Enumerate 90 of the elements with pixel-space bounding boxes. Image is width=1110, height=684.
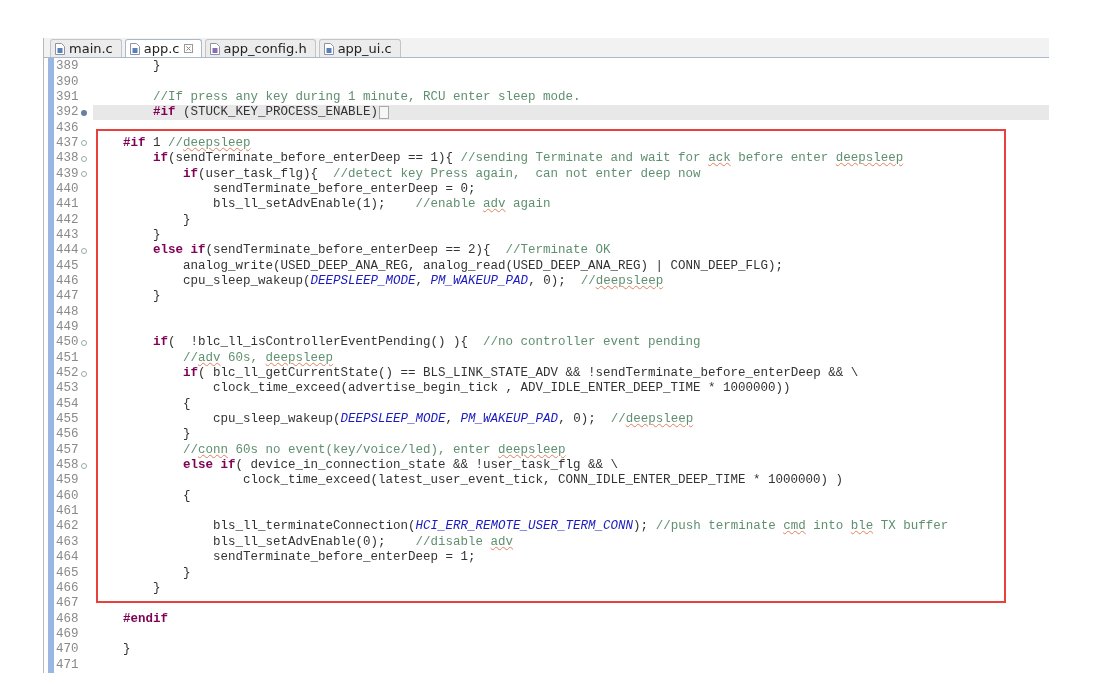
code-line: }: [182, 212, 191, 228]
line-number: 447: [56, 289, 79, 305]
line-number: 466: [56, 580, 79, 596]
code-line: }: [122, 642, 131, 658]
line-number: 437: [56, 135, 79, 151]
fold-icon[interactable]: [80, 339, 87, 346]
line-number: 463: [56, 534, 79, 550]
code-line: if( blc_ll_getCurrentState() == BLS_LINK_STATE_ADV && !sendTerminate_before_enterDeep && \: [182, 366, 859, 382]
fold-icon[interactable]: [80, 155, 87, 162]
editor-tab[interactable]: app_config.h: [204, 39, 316, 57]
code-line: bls_ll_terminateConnection(HCI_ERR_REMOTE_USER_TERM_CONN); //push terminate cmd into ble TX buffer: [212, 519, 949, 535]
line-number: 454: [56, 396, 79, 412]
code-line: {: [182, 396, 191, 412]
line-number: 470: [56, 642, 79, 658]
code-line: }: [152, 289, 161, 305]
code-line: #if (STUCK_KEY_PROCESS_ENABLE): [152, 105, 379, 121]
code-line: clock_time_exceed(advertise_begin_tick , ADV_IDLE_ENTER_DEEP_TIME * 1000000)): [212, 381, 791, 397]
line-number: 448: [56, 304, 79, 320]
code-line: cpu_sleep_wakeup(DEEPSLEEP_MODE, PM_WAKEUP_PAD, 0); //deepsleep: [212, 412, 694, 428]
line-number: 451: [56, 350, 79, 366]
code-line: analog_write(USED_DEEP_ANA_REG, analog_read(USED_DEEP_ANA_REG) | CONN_DEEP_FLG);: [182, 258, 784, 274]
line-number: 442: [56, 212, 79, 228]
code-line: else if( device_in_connection_state && !user_task_flg && \: [182, 458, 619, 474]
line-number: 439: [56, 166, 79, 182]
line-number: 390: [56, 74, 79, 90]
code-line: }: [182, 427, 191, 443]
line-number: 457: [56, 442, 79, 458]
line-number: 389: [56, 59, 79, 75]
file-icon: [209, 42, 220, 55]
line-number: 461: [56, 504, 79, 520]
line-number: 441: [56, 197, 79, 213]
code-line: bls_ll_setAdvEnable(1); //enable adv again: [212, 197, 551, 213]
code-line: }: [152, 580, 161, 596]
file-icon: [129, 42, 140, 55]
fold-icon[interactable]: [80, 370, 87, 377]
line-number: 471: [56, 657, 79, 673]
fold-icon[interactable]: [80, 247, 87, 254]
code-line: //If press any key during 1 minute, RCU enter sleep mode.: [152, 89, 581, 105]
line-number: 458: [56, 458, 79, 474]
code-line: }: [182, 565, 191, 581]
line-number: 469: [56, 626, 79, 642]
editor-tab[interactable]: app_ui.c: [318, 39, 401, 57]
line-number: 455: [56, 412, 79, 428]
code-line: else if(sendTerminate_before_enterDeep == 2){ //Terminate OK: [152, 243, 611, 259]
line-number: 465: [56, 565, 79, 581]
line-number: 460: [56, 488, 79, 504]
line-number: 450: [56, 335, 79, 351]
code-line: if(sendTerminate_before_enterDeep == 1){ //sending Terminate and wait for ack before enter deepsleep: [152, 151, 904, 167]
line-number: 456: [56, 427, 79, 443]
code-line: {: [182, 488, 191, 504]
line-number: 452: [56, 366, 79, 382]
line-number: 436: [56, 120, 79, 136]
editor-tab[interactable]: app.c: [124, 39, 202, 57]
line-number: 443: [56, 227, 79, 243]
file-icon: [323, 42, 334, 55]
line-number: 391: [56, 89, 79, 105]
line-number: 462: [56, 519, 79, 535]
line-number: 438: [56, 151, 79, 167]
code-line: cpu_sleep_wakeup(DEEPSLEEP_MODE, PM_WAKEUP_PAD, 0); //deepsleep: [182, 274, 664, 289]
fold-icon[interactable]: [80, 140, 87, 147]
line-number: 459: [56, 473, 79, 489]
code-line: //adv 60s, deepsleep: [182, 350, 334, 366]
code-line: }: [152, 59, 161, 75]
fold-icon[interactable]: [80, 109, 87, 116]
line-number: 464: [56, 550, 79, 566]
code-line: }: [152, 227, 161, 243]
code-line: clock_time_exceed(latest_user_event_tick, CONN_IDLE_ENTER_DEEP_TIME * 1000000) ): [242, 473, 844, 489]
code-line: #endif: [122, 611, 168, 627]
line-number: 445: [56, 258, 79, 274]
code-line: #if 1 //deepsleep: [122, 135, 251, 151]
fold-icon[interactable]: [80, 462, 87, 469]
code-line: //conn 60s no event(key/voice/led), enter deepsleep: [182, 442, 566, 458]
editor-tab[interactable]: main.c: [50, 39, 122, 57]
fold-icon[interactable]: [80, 171, 87, 178]
code-line: if(user_task_flg){ //detect key Press again, can not enter deep now: [182, 166, 701, 182]
line-number: 467: [56, 596, 79, 612]
line-number: 449: [56, 320, 79, 335]
code-line: bls_ll_setAdvEnable(0); //disable adv: [212, 534, 514, 550]
code-line: sendTerminate_before_enterDeep = 0;: [212, 181, 476, 197]
line-number: 440: [56, 181, 79, 197]
code-line: sendTerminate_before_enterDeep = 1;: [212, 550, 476, 566]
code-line: if( !blc_ll_isControllerEventPending() ){ //no controller event pending: [152, 335, 701, 351]
file-icon: [55, 42, 65, 55]
line-number: 392: [56, 105, 79, 121]
line-number: 468: [56, 611, 79, 627]
line-number: 444: [56, 243, 79, 259]
close-icon[interactable]: [183, 44, 193, 53]
line-number: 446: [56, 274, 79, 289]
line-number: 453: [56, 381, 79, 397]
cursor-box: [379, 106, 390, 120]
